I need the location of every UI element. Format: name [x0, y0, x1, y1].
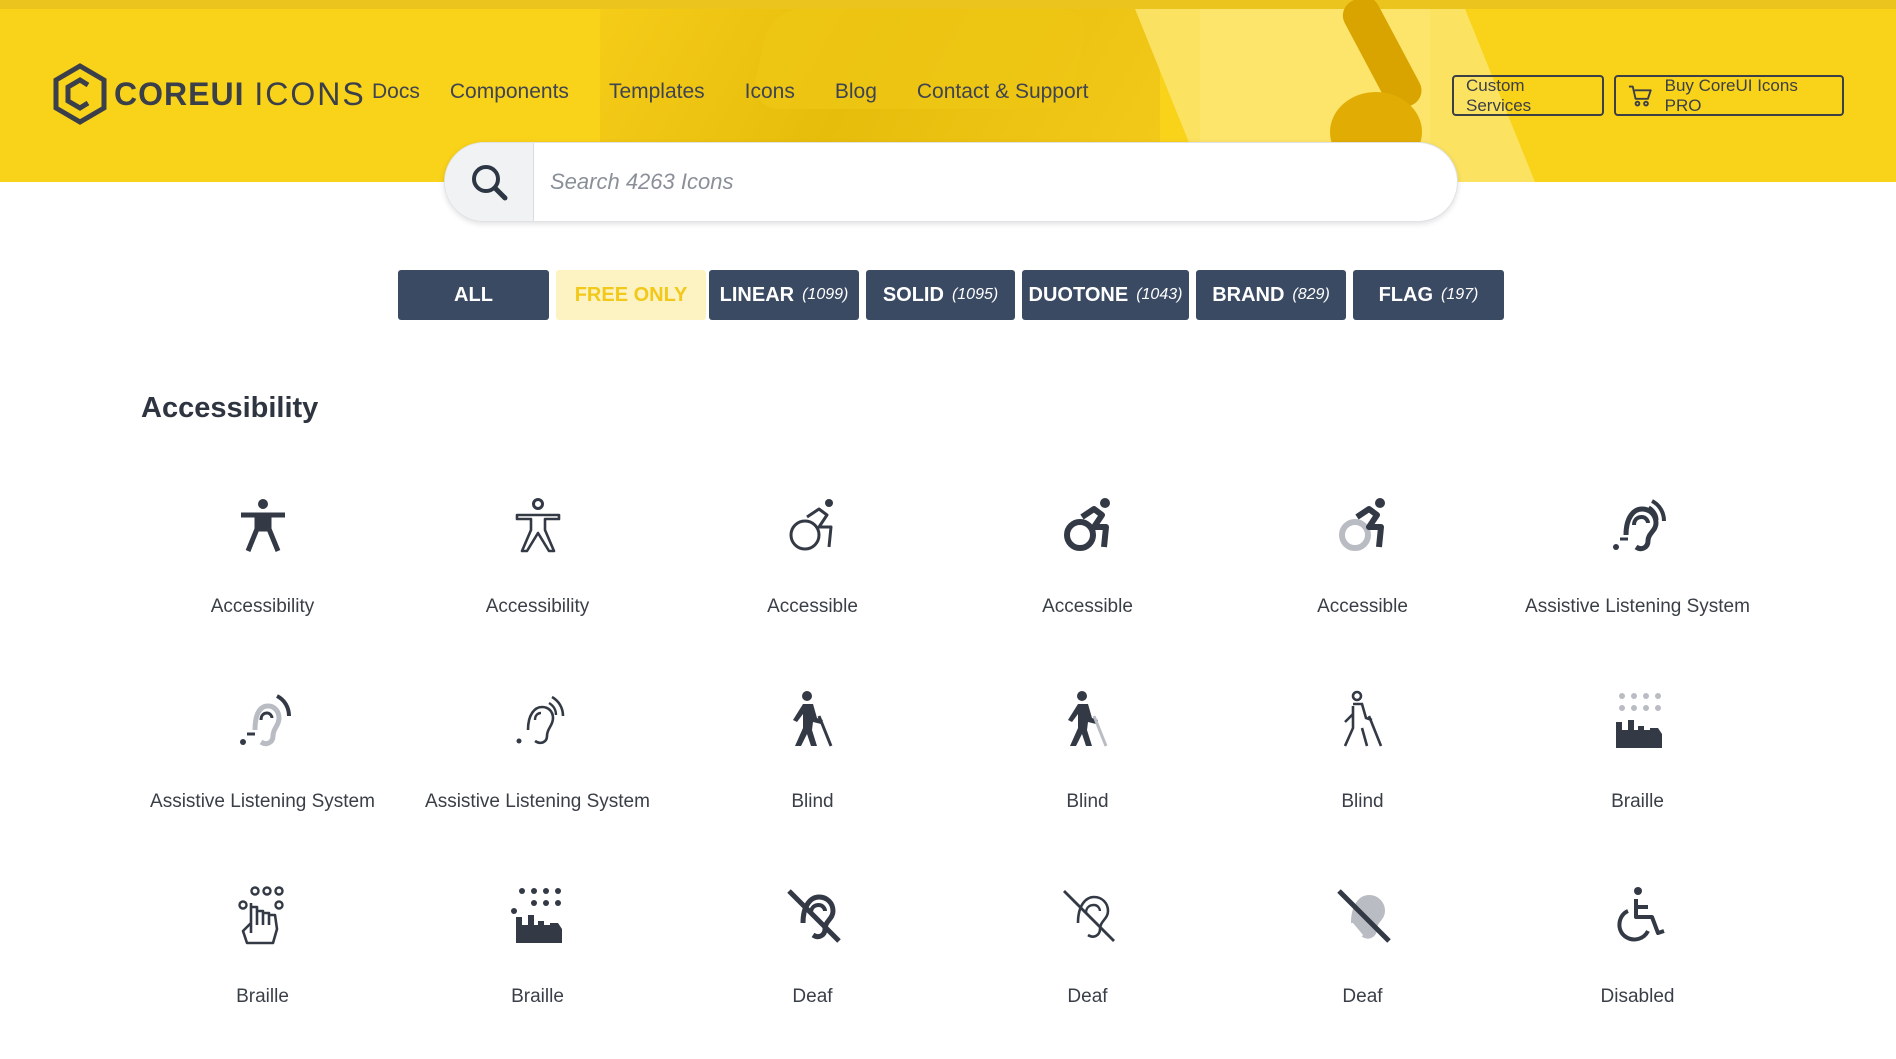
logo-name-bold: COREUI: [114, 75, 245, 112]
icon-label: Deaf: [1067, 986, 1108, 1007]
icon-label: Accessibility: [210, 596, 315, 617]
logo-name-thin: ICONS: [254, 75, 366, 112]
accessible-solid-icon: [1057, 494, 1119, 556]
coreui-logo[interactable]: COREUI ICONS: [52, 63, 366, 125]
icon-card[interactable]: Deaf: [950, 884, 1225, 1054]
icon-card[interactable]: Accessibility: [125, 494, 400, 664]
icon-card[interactable]: Blind: [950, 689, 1225, 859]
accessible-linear-icon: [782, 494, 844, 556]
search-button[interactable]: [445, 143, 534, 221]
icon-card[interactable]: Braille: [400, 884, 675, 1054]
icon-label: Blind: [1341, 791, 1384, 812]
main-nav: Docs Components Templates Icons Blog Con…: [372, 80, 1119, 104]
filter-solid-button[interactable]: SOLID (1095): [866, 270, 1015, 320]
filter-label: BRAND: [1212, 283, 1285, 306]
filter-label: ALL: [454, 283, 493, 306]
nav-icons[interactable]: Icons: [745, 80, 795, 104]
filter-flag-button[interactable]: FLAG (197): [1353, 270, 1504, 320]
icon-card[interactable]: Braille: [125, 884, 400, 1054]
icon-label: Accessibility: [485, 596, 590, 617]
icon-label: Disabled: [1600, 986, 1675, 1007]
icon-label: Deaf: [792, 986, 833, 1007]
filter-duotone-button[interactable]: DUOTONE (1043): [1022, 270, 1189, 320]
filter-count: (1099): [802, 286, 849, 303]
filter-label: DUOTONE: [1028, 283, 1129, 306]
accessible-duotone-icon: [1332, 494, 1394, 556]
icon-label: Assistive Listening System: [1525, 596, 1750, 617]
icon-label: Accessible: [1317, 596, 1408, 617]
nav-contact-support[interactable]: Contact & Support: [917, 80, 1089, 104]
filter-label: LINEAR: [719, 283, 795, 306]
icon-label: Braille: [236, 986, 289, 1007]
buy-pro-button[interactable]: Buy CoreUI Icons PRO: [1614, 75, 1844, 116]
shopping-cart-icon: [1628, 85, 1652, 106]
top-strip: [0, 0, 1896, 9]
filter-count: (1095): [951, 286, 999, 303]
filter-count: (197): [1441, 286, 1479, 303]
icon-card[interactable]: Disabled: [1500, 884, 1775, 1054]
icon-label: Accessible: [767, 596, 858, 617]
icon-card[interactable]: Blind: [1225, 689, 1500, 859]
nav-docs[interactable]: Docs: [372, 80, 420, 104]
blind-duotone-icon: [1057, 689, 1119, 751]
icon-card[interactable]: Deaf: [675, 884, 950, 1054]
braille-duotone-icon: [1607, 689, 1669, 751]
hexagon-logo-icon: [53, 63, 107, 125]
assistive-listening-linear-icon: [507, 689, 569, 751]
icon-card[interactable]: Assistive Listening System: [1500, 494, 1775, 664]
custom-services-button[interactable]: Custom Services: [1452, 75, 1604, 116]
icon-label: Assistive Listening System: [425, 791, 650, 812]
blind-solid-icon: [782, 689, 844, 751]
icon-label: Braille: [511, 986, 564, 1007]
section-title: Accessibility: [141, 392, 319, 424]
icon-card[interactable]: Assistive Listening System: [400, 689, 675, 859]
assistive-listening-duotone-icon: [232, 689, 294, 751]
icon-label: Accessible: [1042, 596, 1133, 617]
icon-card[interactable]: Accessible: [950, 494, 1225, 664]
icon-label: Deaf: [1342, 986, 1383, 1007]
filter-label: FREE ONLY: [574, 283, 688, 306]
custom-services-label: Custom Services: [1466, 75, 1532, 115]
icon-label: Assistive Listening System: [150, 791, 375, 812]
blind-linear-icon: [1332, 689, 1394, 751]
icon-card[interactable]: Blind: [675, 689, 950, 859]
icon-search-bar: [444, 142, 1458, 222]
disabled-icon: [1607, 884, 1669, 946]
filter-count: (829): [1292, 286, 1330, 303]
filter-label: SOLID: [882, 283, 944, 306]
deaf-linear-icon: [1057, 884, 1119, 946]
icon-card[interactable]: Accessibility: [400, 494, 675, 664]
nav-templates[interactable]: Templates: [609, 80, 705, 104]
icon-label: Blind: [1066, 791, 1109, 812]
braille-linear-icon: [232, 884, 294, 946]
filter-free-only-button[interactable]: FREE ONLY: [556, 270, 706, 320]
filter-linear-button[interactable]: LINEAR (1099): [709, 270, 859, 320]
buy-pro-label: Buy CoreUI Icons PRO: [1664, 75, 1798, 115]
search-icon: [472, 165, 508, 201]
icon-card[interactable]: Braille: [1500, 689, 1775, 859]
assistive-listening-solid-icon: [1607, 494, 1669, 556]
icon-label: Blind: [791, 791, 834, 812]
icon-card[interactable]: Accessible: [675, 494, 950, 664]
deaf-solid-icon: [782, 884, 844, 946]
icon-card[interactable]: Assistive Listening System: [125, 689, 400, 859]
icon-card[interactable]: Accessible: [1225, 494, 1500, 664]
filter-count: (1043): [1136, 286, 1183, 303]
search-input[interactable]: [534, 143, 1457, 221]
icon-label: Braille: [1611, 791, 1664, 812]
accessibility-linear-icon: [507, 494, 569, 556]
filter-all-button[interactable]: ALL: [398, 270, 549, 320]
icon-type-filters: ALL FREE ONLY LINEAR (1099) SOLID (1095)…: [398, 270, 1511, 320]
nav-components[interactable]: Components: [450, 80, 569, 104]
accessibility-solid-icon: [232, 494, 294, 556]
braille-solid-icon: [507, 884, 569, 946]
filter-label: FLAG: [1378, 283, 1434, 306]
deaf-duotone-icon: [1332, 884, 1394, 946]
icon-card[interactable]: Deaf: [1225, 884, 1500, 1054]
nav-blog[interactable]: Blog: [835, 80, 877, 104]
logo-wordmark: COREUI ICONS: [114, 76, 366, 113]
filter-brand-button[interactable]: BRAND (829): [1196, 270, 1346, 320]
